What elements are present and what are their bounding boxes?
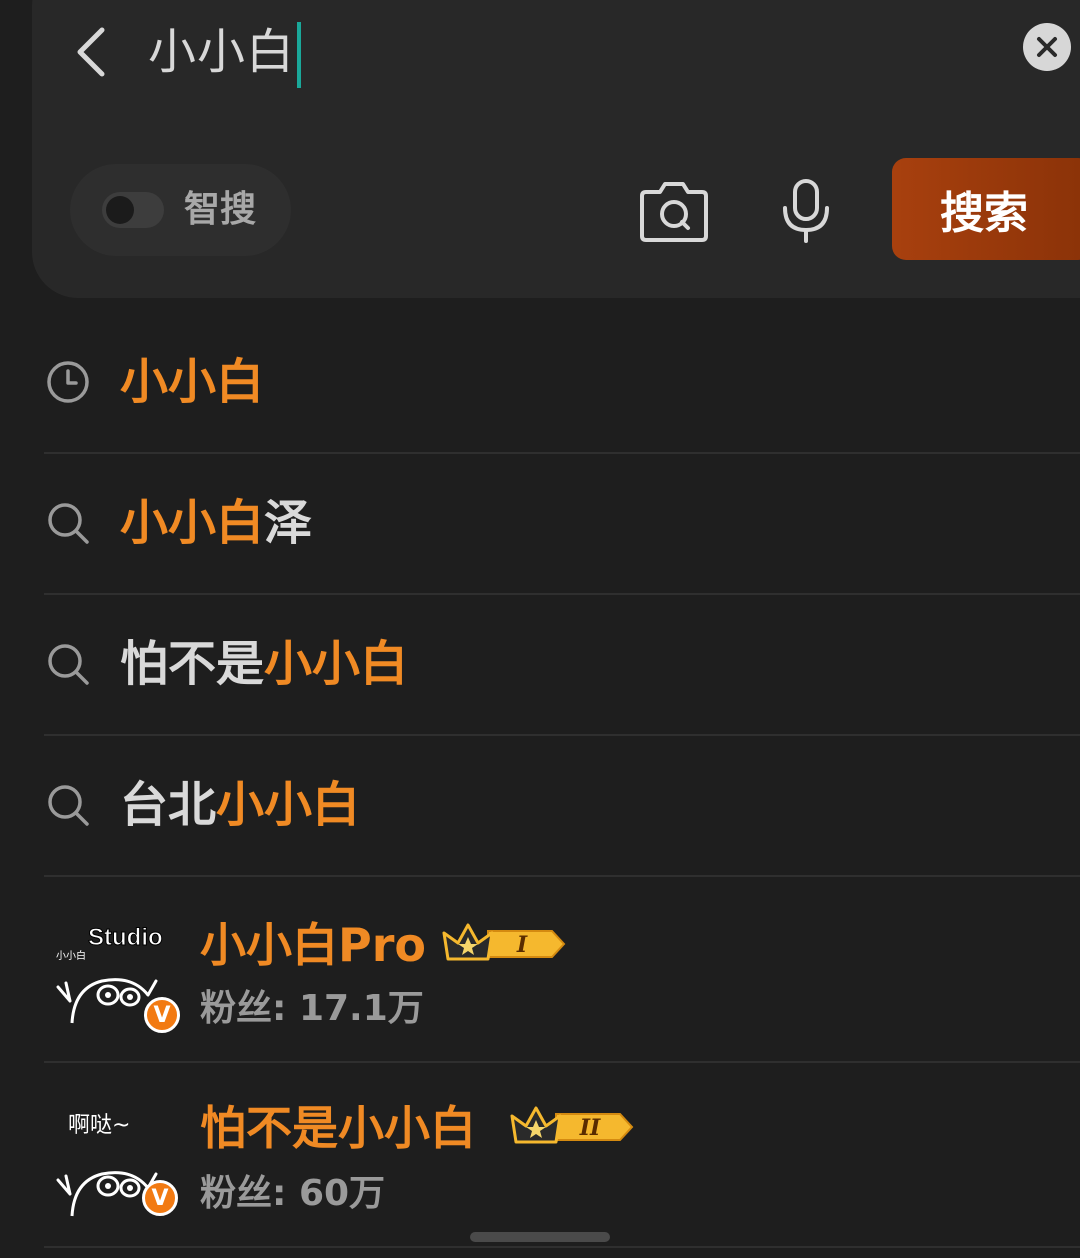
user-result-item[interactable]: 啊哒~ V 怕不是小小白 II 粉丝: 60万	[44, 1062, 1080, 1248]
user-name: 怕不是小小白	[200, 1101, 476, 1155]
search-icon	[48, 644, 89, 685]
search-icon	[48, 785, 89, 826]
history-item[interactable]: 小小白	[44, 312, 1080, 454]
camera-icon	[640, 182, 708, 242]
avatar-sub-caption: 小小白	[56, 949, 86, 962]
suggestion-text: 小小白泽	[120, 495, 313, 551]
verified-badge: V	[144, 997, 180, 1033]
suggestion-text: 小小白	[120, 354, 265, 410]
clock-icon	[47, 361, 89, 403]
clear-button[interactable]	[1023, 23, 1071, 71]
microphone-icon	[783, 179, 829, 243]
avatar-caption: Studio	[88, 924, 163, 951]
search-button[interactable]: 搜索	[892, 158, 1080, 260]
member-level-badge: II	[510, 1106, 634, 1144]
user-result-item[interactable]: Studio 小小白 V 小小白Pro I 粉丝: 17.1万	[44, 877, 1080, 1063]
fans-count: 粉丝: 60万	[200, 1173, 386, 1214]
voice-search-button[interactable]	[778, 178, 834, 244]
user-name: 小小白Pro	[200, 918, 427, 972]
close-icon	[1037, 37, 1057, 57]
camera-search-button[interactable]	[638, 180, 710, 244]
level-text: I	[516, 932, 528, 958]
smart-search-toggle[interactable]: 智搜	[70, 164, 291, 256]
toggle-knob	[106, 196, 134, 224]
avatar[interactable]: 啊哒~ V	[52, 1096, 182, 1226]
level-text: II	[579, 1115, 601, 1141]
home-indicator	[470, 1232, 610, 1242]
suggestion-item[interactable]: 小小白泽	[44, 453, 1080, 595]
search-input[interactable]: 小小白	[148, 22, 295, 82]
back-button[interactable]	[68, 22, 118, 82]
toggle-switch[interactable]	[102, 192, 164, 228]
suggestion-item[interactable]: 台北小小白	[44, 735, 1080, 877]
avatar[interactable]: Studio 小小白 V	[52, 903, 182, 1033]
smart-search-label: 智搜	[184, 189, 257, 230]
suggestion-text: 怕不是小小白	[120, 636, 409, 692]
text-caret	[297, 22, 301, 88]
suggestion-text: 台北小小白	[120, 777, 361, 833]
member-level-badge: I	[442, 923, 566, 961]
suggestion-item[interactable]: 怕不是小小白	[44, 594, 1080, 736]
fans-count: 粉丝: 17.1万	[200, 988, 424, 1029]
search-page: 小小白 智搜 搜索 小小白 小小白泽 怕不是小小白 台北小小白 Studio 小…	[0, 0, 1080, 1258]
search-icon	[48, 503, 89, 544]
avatar-caption: 啊哒~	[68, 1113, 130, 1138]
chevron-left-icon	[77, 27, 105, 77]
verified-badge: V	[142, 1180, 178, 1216]
